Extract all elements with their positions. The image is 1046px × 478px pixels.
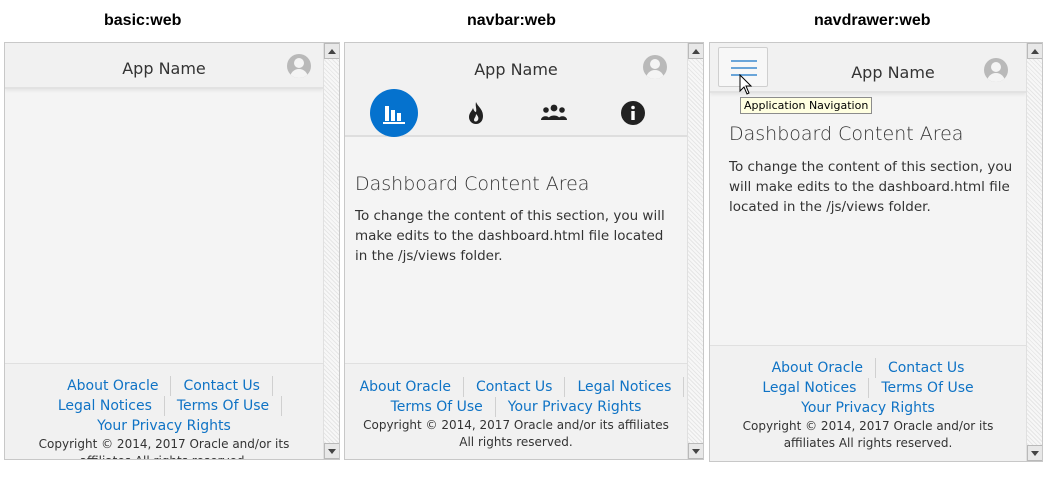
info-icon — [621, 101, 645, 125]
app-name: App Name — [122, 59, 206, 78]
footer-link-terms[interactable]: Terms Of Use — [869, 378, 985, 398]
caption-navbar: navbar:web — [467, 12, 556, 29]
caption-basic: basic:web — [104, 12, 182, 29]
scroll-down-button[interactable] — [688, 443, 703, 459]
mouse-cursor-icon — [739, 74, 753, 95]
navbar-web-window: App Name Dashboard Content Area To chang… — [344, 42, 704, 460]
avatar-icon[interactable] — [643, 55, 667, 79]
scrollbar[interactable] — [687, 43, 703, 459]
app-footer: About Oracle Contact Us Legal Notices Te… — [710, 345, 1026, 461]
scroll-down-button[interactable] — [1027, 445, 1042, 461]
basic-web-window: App Name About Oracle Contact Us Legal N… — [4, 42, 340, 460]
footer-link-about[interactable]: About Oracle — [55, 376, 172, 396]
navigation-bar — [345, 89, 687, 137]
app-name: App Name — [474, 60, 558, 79]
content-title: Dashboard Content Area — [729, 123, 964, 145]
content-title: Dashboard Content Area — [355, 173, 590, 195]
scrollbar[interactable] — [323, 43, 339, 459]
nav-item-customers[interactable] — [530, 89, 578, 137]
footer-link-privacy[interactable]: Your Privacy Rights — [496, 397, 654, 417]
app-header: App Name — [345, 43, 687, 89]
footer-link-terms[interactable]: Terms Of Use — [165, 396, 283, 416]
footer-link-terms[interactable]: Terms Of Use — [379, 397, 496, 417]
app-header: App Name — [710, 43, 1026, 93]
basic-app: App Name About Oracle Contact Us Legal N… — [5, 43, 323, 459]
scroll-up-button[interactable] — [1027, 43, 1042, 59]
footer-link-about[interactable]: About Oracle — [760, 358, 876, 378]
app-header: App Name — [5, 43, 323, 89]
footer-link-contact[interactable]: Contact Us — [171, 376, 273, 396]
footer-copyright: Copyright © 2014, 2017 Oracle and/or its… — [38, 437, 290, 459]
fire-icon — [469, 102, 483, 124]
footer-link-about[interactable]: About Oracle — [348, 377, 464, 397]
footer-link-privacy[interactable]: Your Privacy Rights — [789, 398, 947, 418]
tooltip: Application Navigation — [740, 97, 873, 114]
scrollbar[interactable] — [1026, 43, 1042, 461]
bar-chart-icon — [383, 106, 405, 124]
nav-item-incidents[interactable] — [452, 89, 500, 137]
people-icon — [541, 104, 567, 120]
caption-navdrawer: navdrawer:web — [814, 12, 931, 29]
footer-link-legal[interactable]: Legal Notices — [750, 378, 870, 398]
app-footer: About Oracle Contact Us Legal Notices Te… — [5, 363, 323, 459]
scroll-up-button[interactable] — [688, 43, 703, 59]
navbar-app: App Name Dashboard Content Area To chang… — [345, 43, 687, 459]
navdrawer-app: App Name Application Navigation Dashboar… — [710, 43, 1026, 461]
nav-item-dashboard[interactable] — [370, 89, 418, 137]
app-footer: About Oracle Contact Us Legal Notices Te… — [345, 363, 687, 459]
footer-link-privacy[interactable]: Your Privacy Rights — [85, 416, 243, 436]
nav-item-about[interactable] — [609, 89, 657, 137]
footer-link-contact[interactable]: Contact Us — [464, 377, 566, 397]
content-text: To change the content of this section, y… — [729, 159, 1013, 215]
footer-copyright: Copyright © 2014, 2017 Oracle and/or its… — [742, 419, 994, 450]
scroll-up-button[interactable] — [324, 43, 339, 59]
footer-link-legal[interactable]: Legal Notices — [565, 377, 685, 397]
footer-link-contact[interactable]: Contact Us — [876, 358, 976, 378]
footer-link-legal[interactable]: Legal Notices — [46, 396, 165, 416]
content-text: To change the content of this section, y… — [355, 208, 665, 264]
avatar-icon[interactable] — [287, 54, 311, 78]
footer-copyright: Copyright © 2014, 2017 Oracle and/or its… — [363, 418, 669, 449]
navdrawer-web-window: App Name Application Navigation Dashboar… — [709, 42, 1043, 462]
avatar-icon[interactable] — [984, 58, 1008, 82]
scroll-down-button[interactable] — [324, 443, 339, 459]
